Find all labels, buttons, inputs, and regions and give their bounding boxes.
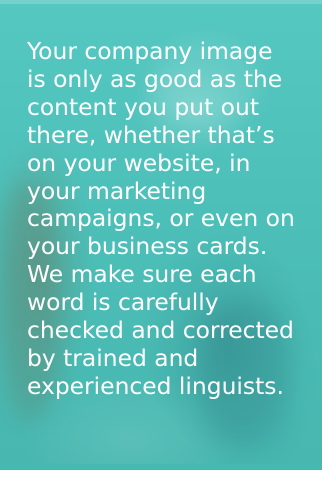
paragraph-line: We make sure each <box>27 260 257 289</box>
paragraph-line: your marketing <box>27 176 207 205</box>
paragraph-line: Your company image <box>27 37 273 65</box>
paragraph-line: checked and corrected <box>27 316 294 345</box>
description-paragraph: Your company image is only as good as th… <box>27 37 317 401</box>
paragraph-line: there, whether that’s <box>27 120 275 149</box>
paragraph-line: your business cards. <box>27 232 268 261</box>
paragraph-line: word is carefully <box>27 288 219 317</box>
paragraph-line: campaigns, or even on <box>27 204 295 233</box>
bottom-border <box>0 470 322 488</box>
paragraph-line: on your website, in <box>27 148 251 177</box>
content-card: Your company image is only as good as th… <box>0 0 322 488</box>
paragraph-line: by trained and <box>27 343 199 372</box>
paragraph-line: is only as good as the <box>27 64 283 93</box>
paragraph-line: experienced linguists. <box>27 371 284 400</box>
top-border <box>0 0 322 4</box>
paragraph-line: content you put out <box>27 92 259 121</box>
